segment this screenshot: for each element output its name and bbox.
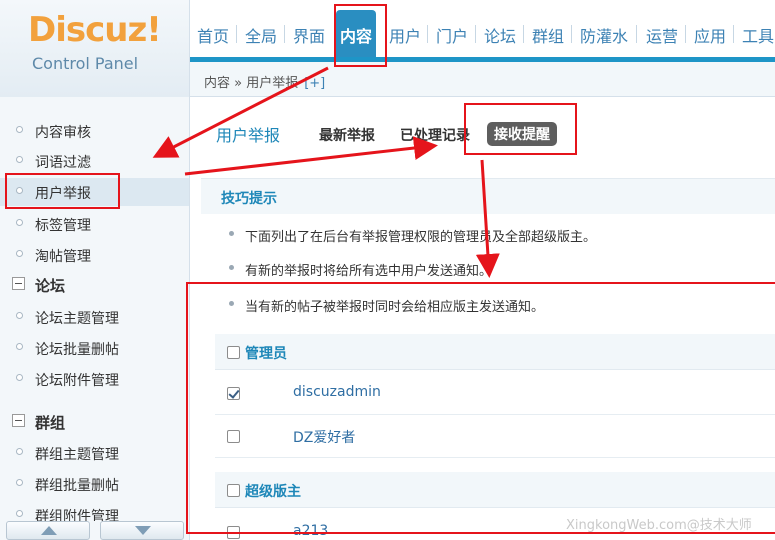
- sidebar-item-collection-management[interactable]: 淘帖管理: [0, 241, 189, 269]
- sidebar-item-word-filter[interactable]: 词语过滤: [0, 147, 189, 175]
- nav-separator: [523, 25, 524, 43]
- highlight-box-receive-notifications: [464, 103, 577, 155]
- sidebar-item-group-batch-delete[interactable]: 群组批量删帖: [0, 470, 189, 498]
- nav-home[interactable]: 首页: [197, 20, 229, 48]
- tab-processed-records[interactable]: 已处理记录: [400, 125, 470, 145]
- nav-separator: [284, 25, 285, 43]
- arrow-down-icon: [135, 526, 151, 535]
- tip-line: 有新的举报时将给所有选中用户发送通知。: [191, 254, 775, 284]
- nav-separator: [733, 25, 734, 43]
- sidebar-scroll-controls: [6, 521, 184, 540]
- page-title: 用户举报: [216, 126, 281, 145]
- bullet-icon: [16, 250, 23, 257]
- sidebar-item-forum-batch-delete[interactable]: 论坛批量删帖: [0, 334, 189, 362]
- scroll-down-button[interactable]: [100, 521, 184, 540]
- nav-antispam[interactable]: 防灌水: [580, 20, 628, 48]
- tips-header: 技巧提示: [201, 178, 775, 214]
- bullet-icon: [16, 510, 23, 517]
- tips-title: 技巧提示: [221, 191, 277, 207]
- add-shortcut-button[interactable]: [+]: [304, 76, 325, 91]
- sidebar-group-groups[interactable]: 群组: [0, 408, 189, 436]
- sidebar: 内容审核 词语过滤 用户举报 标签管理 淘帖管理 论坛 论坛主题管理 论坛批量删…: [0, 97, 190, 540]
- bullet-icon: [16, 156, 23, 163]
- bullet-icon: [16, 126, 23, 133]
- logo-text: Discuz!: [28, 10, 162, 50]
- nav-users[interactable]: 用户: [389, 20, 421, 48]
- nav-separator: [475, 25, 476, 43]
- logo[interactable]: Discuz! Control Panel: [0, 0, 190, 97]
- nav-interface[interactable]: 界面: [293, 20, 325, 48]
- bullet-icon: [16, 448, 23, 455]
- nav-portal[interactable]: 门户: [436, 20, 468, 48]
- nav-separator: [571, 25, 572, 43]
- sidebar-item-forum-threads[interactable]: 论坛主题管理: [0, 303, 189, 331]
- sidebar-item-group-attachments[interactable]: 群组附件管理: [0, 501, 189, 521]
- nav-groups[interactable]: 群组: [532, 20, 564, 48]
- breadcrumb: 内容 » 用户举报 [+]: [190, 62, 775, 97]
- bullet-icon: [16, 479, 23, 486]
- arrow-up-icon: [41, 526, 57, 535]
- bullet-icon: [229, 265, 234, 270]
- watermark: XingkongWeb.com@技术大师: [566, 518, 752, 533]
- tip-line: 下面列出了在后台有举报管理权限的管理员及全部超级版主。: [191, 220, 775, 250]
- sidebar-item-tag-management[interactable]: 标签管理: [0, 210, 189, 238]
- collapse-icon[interactable]: [12, 414, 25, 427]
- top-navigation: 首页 全局 界面 内容 用户 门户 论坛 群组 防灌水 运营 应用 工具: [190, 0, 775, 62]
- bullet-icon: [16, 219, 23, 226]
- nav-tools[interactable]: 工具: [742, 20, 774, 48]
- sidebar-item-content-review[interactable]: 内容审核: [0, 117, 189, 145]
- sidebar-item-group-threads[interactable]: 群组主题管理: [0, 439, 189, 467]
- nav-global[interactable]: 全局: [245, 20, 277, 48]
- bullet-icon: [16, 374, 23, 381]
- scroll-up-button[interactable]: [6, 521, 90, 540]
- bullet-icon: [16, 343, 23, 350]
- nav-separator: [236, 25, 237, 43]
- nav-separator: [636, 25, 637, 43]
- logo-subtitle: Control Panel: [32, 54, 139, 73]
- breadcrumb-text: 内容 » 用户举报: [204, 76, 299, 91]
- bullet-icon: [16, 312, 23, 319]
- collapse-icon[interactable]: [12, 277, 25, 290]
- sidebar-group-forum[interactable]: 论坛: [0, 271, 189, 299]
- header: Discuz! Control Panel 首页 全局 界面 内容 用户 门户 …: [0, 0, 775, 97]
- tab-latest-reports[interactable]: 最新举报: [319, 125, 375, 145]
- nav-separator: [685, 25, 686, 43]
- highlight-box-recipients: [186, 282, 775, 534]
- nav-forum[interactable]: 论坛: [484, 20, 516, 48]
- nav-operations[interactable]: 运营: [646, 20, 678, 48]
- highlight-box-nav-content: [334, 4, 387, 67]
- nav-separator: [427, 25, 428, 43]
- highlight-box-sidebar-user-reports: [5, 173, 120, 209]
- nav-apps[interactable]: 应用: [694, 20, 726, 48]
- bullet-icon: [229, 231, 234, 236]
- sidebar-item-forum-attachments[interactable]: 论坛附件管理: [0, 365, 189, 393]
